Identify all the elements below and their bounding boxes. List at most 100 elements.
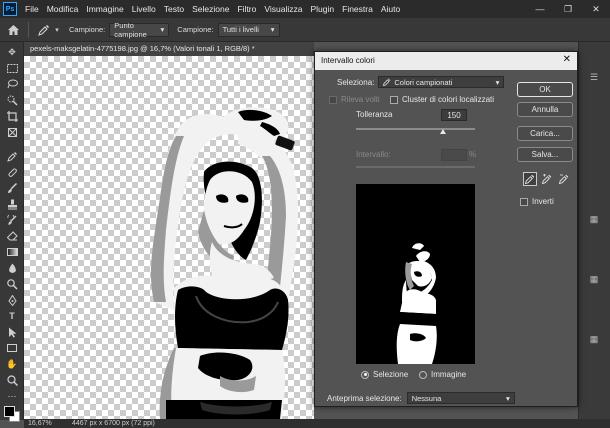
eraser-tool-icon[interactable]: [4, 230, 20, 242]
save-button[interactable]: Salva...: [517, 147, 573, 162]
select-row: Seleziona: Colori campionati ▾: [337, 76, 505, 88]
chevron-down-icon: ▾: [495, 77, 500, 87]
eyedropper-tool-preset-icon[interactable]: [35, 21, 53, 39]
crop-tool-icon[interactable]: [4, 110, 20, 122]
menu-immagine[interactable]: Immagine: [82, 4, 127, 14]
detect-faces-checkbox[interactable]: [329, 95, 337, 104]
sample-size-label: Campione:: [69, 25, 106, 34]
healing-brush-tool-icon[interactable]: [4, 166, 20, 178]
invert-label: Inverti: [532, 197, 554, 206]
range-unit: %: [469, 150, 477, 159]
sample-layers-label: Campione:: [177, 25, 214, 34]
invert-checkbox[interactable]: [520, 197, 528, 206]
gradient-tool-icon[interactable]: [4, 246, 20, 258]
menu-testo[interactable]: Testo: [160, 4, 188, 14]
menu-file[interactable]: File: [21, 4, 43, 14]
image-radio-label: Immagine: [431, 370, 467, 379]
canvas-area[interactable]: [24, 56, 314, 419]
detect-faces-label: Rileva volti: [341, 95, 380, 104]
document-info[interactable]: 4467 px x 6700 px (72 ppi): [62, 420, 155, 427]
marquee-tool-icon[interactable]: [4, 62, 20, 74]
document-tab[interactable]: pexels-maksgelatin-4775198.jpg @ 16,7% (…: [24, 42, 314, 56]
range-row: Intervallo:: [356, 150, 391, 159]
chevron-down-icon[interactable]: ▾: [53, 21, 61, 39]
image-radio[interactable]: [419, 370, 427, 379]
options-bar: ▾ Campione: Punto campione ▾ Campione: T…: [0, 18, 610, 42]
menu-filtro[interactable]: Filtro: [233, 4, 260, 14]
type-tool-icon[interactable]: T: [4, 310, 20, 322]
menu-bar: Ps File Modifica Immagine Livello Testo …: [0, 0, 610, 18]
select-value: Colori campionati: [394, 77, 453, 87]
selection-radio[interactable]: [361, 370, 369, 379]
zoom-level[interactable]: 16,67%: [24, 420, 62, 427]
tolerance-slider-thumb[interactable]: [440, 129, 446, 134]
sample-size-select[interactable]: Punto campione ▾: [109, 21, 170, 39]
panel-icon[interactable]: ▦: [583, 332, 605, 346]
document-canvas[interactable]: [24, 56, 314, 419]
localized-clusters-checkbox[interactable]: [390, 95, 398, 104]
right-panel-dock: ☰ ▦ ▦ ▦: [578, 42, 610, 419]
frame-tool-icon[interactable]: [4, 126, 20, 138]
eyedropper-icon[interactable]: [523, 172, 537, 186]
localized-clusters-row[interactable]: Cluster di colori localizzati: [390, 95, 494, 104]
menu-aiuto[interactable]: Aiuto: [377, 4, 404, 14]
panel-icon[interactable]: ☰: [583, 70, 605, 84]
minimize-icon[interactable]: —: [526, 0, 554, 18]
path-selection-tool-icon[interactable]: [4, 326, 20, 338]
preview-selection-label: Anteprima selezione:: [327, 393, 402, 403]
hand-tool-icon[interactable]: ✋: [4, 358, 20, 370]
range-slider-track[interactable]: [356, 166, 475, 168]
quick-selection-tool-icon[interactable]: [4, 94, 20, 106]
menu-modifica[interactable]: Modifica: [43, 4, 83, 14]
select-label: Seleziona:: [337, 77, 375, 87]
home-icon[interactable]: [4, 21, 22, 39]
more-tools-icon[interactable]: ⋯: [4, 390, 20, 402]
restore-icon[interactable]: ❐: [554, 0, 582, 18]
dialog-title-bar[interactable]: Intervallo colori ✕: [315, 52, 577, 70]
preview-selection-select[interactable]: Nessuna ▾: [406, 392, 515, 404]
brush-tool-icon[interactable]: [4, 182, 20, 194]
blur-tool-icon[interactable]: [4, 262, 20, 274]
radio-selection-row[interactable]: Selezione: [361, 370, 408, 379]
ok-button[interactable]: OK: [517, 82, 573, 97]
tolerance-input[interactable]: 150: [441, 109, 467, 121]
history-brush-tool-icon[interactable]: [4, 214, 20, 226]
sample-layers-select[interactable]: Tutti i livelli ▾: [217, 22, 280, 37]
divider: [28, 21, 29, 38]
panel-icon[interactable]: ▦: [583, 272, 605, 286]
rectangle-tool-icon[interactable]: [4, 342, 20, 354]
preview-selection-row: Anteprima selezione: Nessuna ▾: [327, 392, 515, 404]
menu-selezione[interactable]: Selezione: [188, 4, 233, 14]
eyedropper-icon: [383, 78, 391, 86]
range-label: Intervallo:: [356, 150, 391, 159]
select-dropdown[interactable]: Colori campionati ▾: [378, 76, 505, 88]
foreground-color-swatch[interactable]: [4, 406, 15, 417]
menu-livello[interactable]: Livello: [128, 4, 160, 14]
menu-visualizza[interactable]: Visualizza: [260, 4, 306, 14]
close-icon[interactable]: ✕: [563, 54, 571, 65]
close-window-icon[interactable]: ✕: [582, 0, 610, 18]
eyedropper-subtract-icon[interactable]: [557, 172, 571, 186]
zoom-tool-icon[interactable]: [4, 374, 20, 386]
cancel-button[interactable]: Annulla: [517, 102, 573, 117]
panel-icon[interactable]: ▦: [583, 212, 605, 226]
localized-clusters-label: Cluster di colori localizzati: [402, 95, 495, 104]
eyedropper-tool-icon[interactable]: [4, 150, 20, 162]
selection-preview[interactable]: [356, 184, 475, 364]
load-button[interactable]: Carica...: [517, 126, 573, 141]
clone-stamp-tool-icon[interactable]: [4, 198, 20, 210]
move-tool-icon[interactable]: ✥: [4, 46, 20, 58]
radio-image-row[interactable]: Immagine: [419, 370, 466, 379]
detect-faces-row[interactable]: Rileva volti: [329, 95, 380, 104]
lasso-tool-icon[interactable]: [4, 78, 20, 90]
menu-finestra[interactable]: Finestra: [338, 4, 377, 14]
menu-plugin[interactable]: Plugin: [306, 4, 338, 14]
posterized-photo: [150, 107, 299, 419]
tolerance-slider-track[interactable]: [356, 128, 475, 130]
sample-layers-value: Tutti i livelli: [222, 25, 259, 34]
invert-row[interactable]: Inverti: [520, 197, 554, 206]
range-input[interactable]: [441, 149, 467, 161]
eyedropper-add-icon[interactable]: [540, 172, 554, 186]
dodge-tool-icon[interactable]: [4, 278, 20, 290]
pen-tool-icon[interactable]: [4, 294, 20, 306]
